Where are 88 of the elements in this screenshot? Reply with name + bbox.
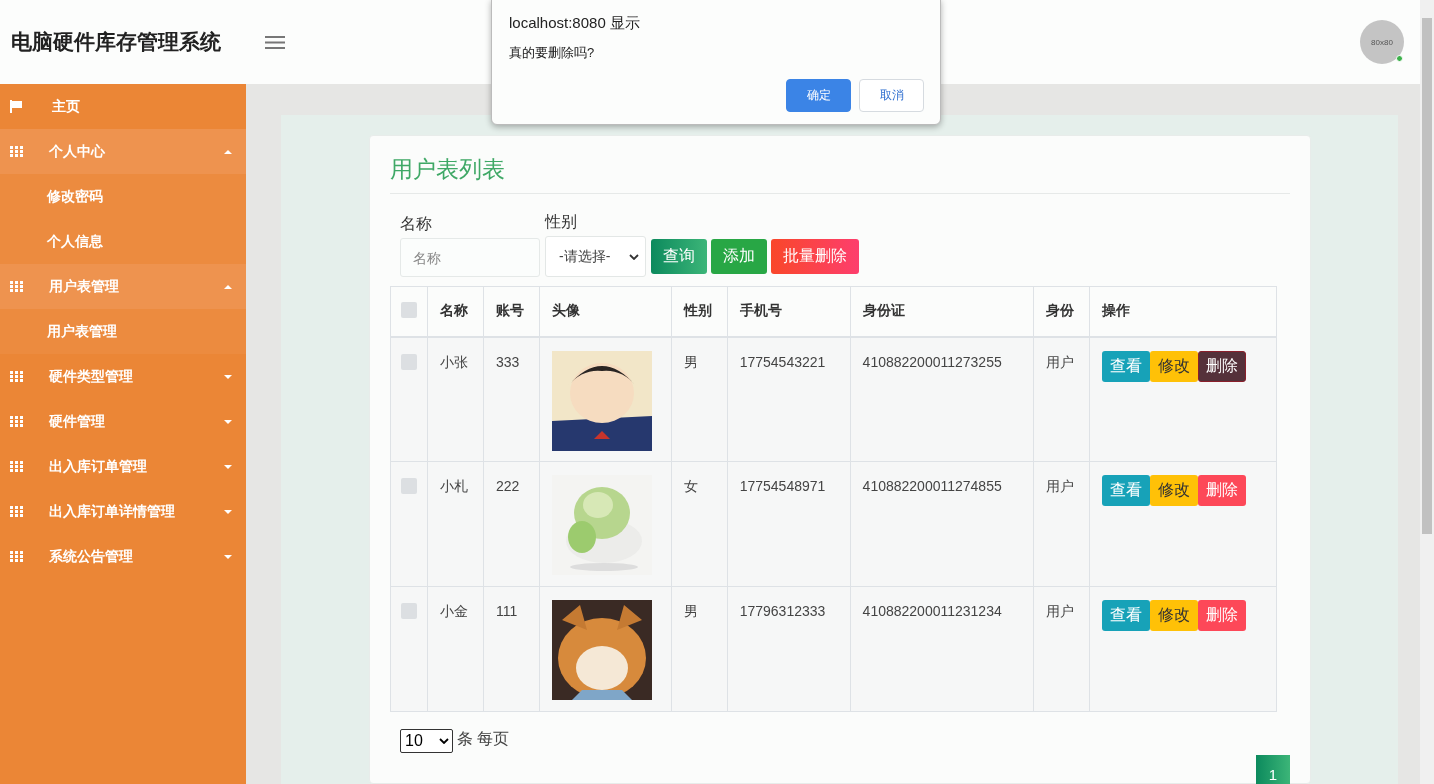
add-button[interactable]: 添加 xyxy=(711,239,767,274)
table-cell: 男 xyxy=(671,586,728,712)
grid-icon xyxy=(10,461,23,472)
edit-button[interactable]: 修改 xyxy=(1150,600,1199,631)
avatar[interactable]: 80x80 xyxy=(1360,20,1404,64)
chevron-icon xyxy=(629,253,639,260)
table-cell: 用户 xyxy=(1034,586,1090,712)
grid-icon xyxy=(10,551,23,562)
edit-button[interactable]: 修改 xyxy=(1150,475,1199,506)
table-cell: 用户 xyxy=(1034,336,1090,462)
table-cell: 17796312333 xyxy=(727,586,851,712)
caret-icon xyxy=(224,554,232,559)
sidebar-item[interactable]: 主页 xyxy=(0,84,246,129)
page-title: 用户表列表 xyxy=(390,154,1290,194)
sidebar-subitem[interactable]: 用户表管理 xyxy=(0,309,246,354)
view-button[interactable]: 查看 xyxy=(1102,475,1151,506)
table-cell: 小札 xyxy=(427,461,484,587)
column-header: 操作 xyxy=(1089,286,1277,337)
table-cell: 333 xyxy=(483,336,540,462)
sidebar-item[interactable]: 用户表管理 xyxy=(0,264,246,309)
table-cell: 用户 xyxy=(1034,461,1090,587)
checkbox[interactable] xyxy=(401,603,417,619)
delete-button[interactable]: 删除 xyxy=(1198,475,1247,506)
column-header: 身份 xyxy=(1034,286,1090,337)
search-button[interactable]: 查询 xyxy=(651,239,707,274)
sidebar-item[interactable]: 个人中心 xyxy=(0,129,246,174)
sidebar-subitem[interactable]: 修改密码 xyxy=(0,174,246,219)
cancel-button[interactable]: 取消 xyxy=(859,79,924,112)
table-cell: 17754548971 xyxy=(727,461,851,587)
sidebar-item[interactable]: 系统公告管理 xyxy=(0,534,246,579)
grid-icon xyxy=(10,371,23,382)
dialog-message: 真的要删除吗? xyxy=(509,44,596,62)
grid-icon xyxy=(10,506,23,517)
delete-button[interactable]: 删除 xyxy=(1198,600,1247,631)
caret-icon xyxy=(224,374,232,379)
table-cell: 410882200011274855 xyxy=(850,461,1034,587)
column-header: 性别 xyxy=(671,286,728,337)
caret-icon xyxy=(224,464,232,469)
grid-icon xyxy=(10,416,23,427)
scrollbar[interactable] xyxy=(1420,0,1434,784)
table-cell: 410882200011273255 xyxy=(850,336,1034,462)
table-cell: 410882200011231234 xyxy=(850,586,1034,712)
gender-select[interactable]: -请选择- xyxy=(545,236,646,277)
avatar-text: 80x80 xyxy=(1371,37,1393,47)
sidebar-item[interactable]: 硬件类型管理 xyxy=(0,354,246,399)
view-button[interactable]: 查看 xyxy=(1102,600,1151,631)
dialog-title: localhost:8080 显示 xyxy=(509,14,641,33)
page-button[interactable]: 1 xyxy=(1256,755,1290,784)
grid-icon xyxy=(10,146,23,157)
page-size-label: 条 每页 xyxy=(457,729,510,749)
sidebar-subitem[interactable]: 个人信息 xyxy=(0,219,246,264)
column-header: 账号 xyxy=(483,286,540,337)
sidebar-item[interactable]: 硬件管理 xyxy=(0,399,246,444)
app-title: 电脑硬件库存管理系统 xyxy=(11,29,222,55)
edit-button[interactable]: 修改 xyxy=(1150,350,1199,382)
column-header: 头像 xyxy=(539,286,672,337)
table-cell: 女 xyxy=(671,461,728,587)
filter-label: 性别 xyxy=(545,212,578,232)
caret-icon xyxy=(224,149,232,154)
page-size-select[interactable]: 10 xyxy=(400,729,453,753)
column-header: 身份证 xyxy=(850,286,1034,337)
filter-label: 名称 xyxy=(400,214,433,234)
table-cell: 小金 xyxy=(427,586,484,712)
caret-icon xyxy=(224,284,232,289)
caret-icon xyxy=(224,419,232,424)
danger-button[interactable]: 批量删除 xyxy=(771,239,859,274)
sidebar-item[interactable]: 出入库订单管理 xyxy=(0,444,246,489)
view-button[interactable]: 查看 xyxy=(1102,350,1151,382)
confirm-button[interactable]: 确定 xyxy=(786,79,851,112)
delete-button[interactable]: 删除 xyxy=(1198,350,1247,382)
checkbox[interactable] xyxy=(401,478,417,494)
scrollbar-thumb[interactable] xyxy=(1422,18,1432,534)
table-cell: 111 xyxy=(483,586,540,712)
grid-icon xyxy=(10,281,23,292)
flag-icon xyxy=(10,100,22,113)
name-field[interactable]: 名称 xyxy=(400,238,540,277)
checkbox[interactable] xyxy=(401,353,417,370)
chevron-icon xyxy=(439,738,449,744)
column-header: 手机号 xyxy=(727,286,851,337)
table-cell: 小张 xyxy=(427,336,484,462)
table-cell: 男 xyxy=(671,336,728,462)
caret-icon xyxy=(224,509,232,514)
column-header: 名称 xyxy=(427,286,484,337)
checkbox[interactable] xyxy=(401,301,417,318)
menu-icon[interactable] xyxy=(265,34,285,50)
sidebar-item[interactable]: 出入库订单详情管理 xyxy=(0,489,246,534)
table-cell: 222 xyxy=(483,461,540,587)
table-cell: 17754543221 xyxy=(727,336,851,462)
